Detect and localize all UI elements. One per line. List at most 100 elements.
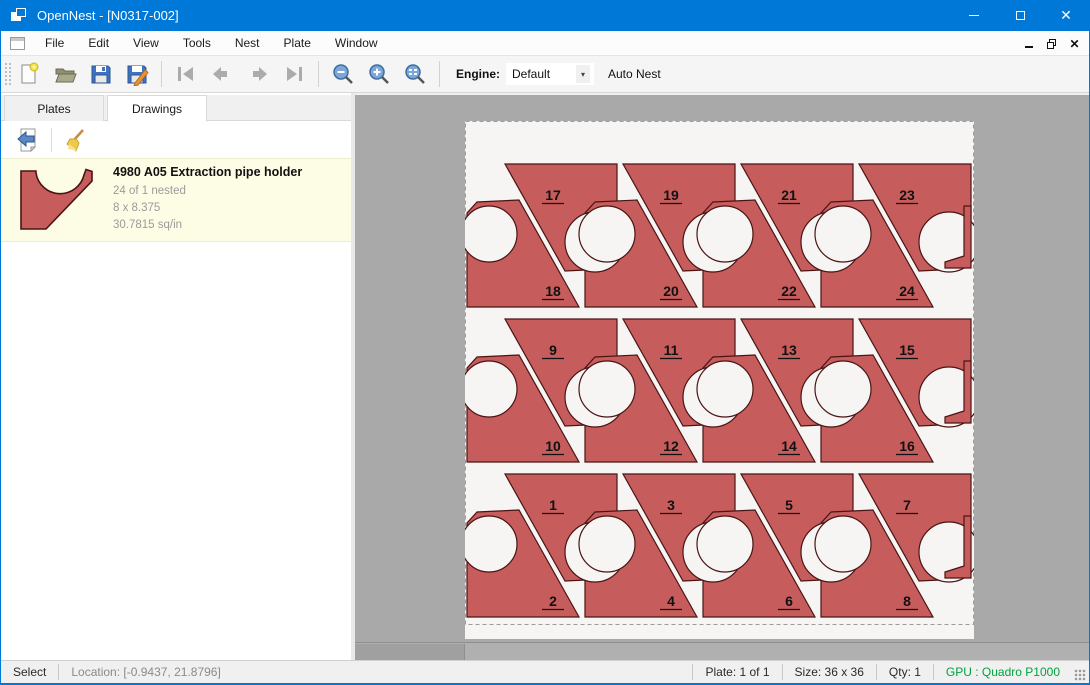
import-drawing-icon	[15, 127, 41, 153]
part-number-label: 5	[785, 497, 793, 513]
part-number-label: 16	[899, 438, 915, 454]
part-number-label: 7	[903, 497, 911, 513]
plate-view: 171819202122232491011121314151612345678	[465, 121, 974, 644]
mdi-restore-button[interactable]	[1043, 36, 1060, 52]
minimize-icon	[969, 15, 979, 16]
save-as-icon	[125, 62, 149, 86]
minimize-button[interactable]	[951, 0, 997, 31]
menu-item-view[interactable]: View	[121, 32, 171, 54]
go-next-button[interactable]	[243, 59, 273, 89]
title-bar: OpenNest - [N0317-002] ✕	[1, 0, 1089, 31]
part-number-label: 14	[781, 438, 797, 454]
part-number-label: 3	[667, 497, 675, 513]
part-number-label: 17	[545, 187, 561, 203]
save-icon	[89, 62, 113, 86]
horizontal-scrollbar[interactable]	[355, 642, 1089, 660]
part-number-label: 18	[545, 283, 561, 299]
tab-plates[interactable]: Plates	[4, 95, 104, 121]
close-button[interactable]: ✕	[1043, 0, 1089, 31]
tab-drawings[interactable]: Drawings	[107, 95, 207, 122]
part-notch	[579, 206, 635, 262]
part-number-label: 12	[663, 438, 679, 454]
mdi-close-button[interactable]: ✕	[1066, 36, 1083, 52]
part-notch	[697, 516, 753, 572]
zoom-fit-icon	[403, 62, 427, 86]
menu-item-edit[interactable]: Edit	[76, 32, 121, 54]
chevron-down-icon: ▾	[576, 65, 590, 83]
new-file-icon	[17, 62, 41, 86]
drawings-panel: PlatesDrawings 4980 A05 Extraction pipe …	[1, 93, 351, 660]
menu-item-window[interactable]: Window	[323, 32, 390, 54]
content-area: PlatesDrawings 4980 A05 Extraction pipe …	[1, 93, 1089, 660]
go-previous-button[interactable]	[207, 59, 237, 89]
go-first-button[interactable]	[171, 59, 201, 89]
part-number-label: 2	[549, 593, 557, 609]
broom-icon	[62, 127, 88, 153]
part-number-label: 15	[899, 342, 915, 358]
part-notch	[579, 361, 635, 417]
zoom-out-icon	[331, 62, 355, 86]
engine-label: Engine:	[456, 67, 500, 81]
engine-select[interactable]: Default ▾	[506, 63, 594, 85]
menu-bar: FileEditViewToolsNestPlateWindow ✕	[1, 31, 1089, 56]
status-bar: Select Location: [-0.9437, 21.8796] Plat…	[1, 660, 1089, 683]
go-previous-icon	[210, 62, 234, 86]
app-window: OpenNest - [N0317-002] ✕ FileEditViewToo…	[0, 0, 1090, 685]
save-button[interactable]	[86, 59, 116, 89]
new-file-button[interactable]	[14, 59, 44, 89]
auto-nest-button[interactable]: Auto Nest	[608, 67, 661, 81]
window-title: OpenNest - [N0317-002]	[37, 8, 179, 23]
drawing-area: 30.7815 sq/in	[113, 217, 302, 234]
part-number-label: 9	[549, 342, 557, 358]
part-number-label: 22	[781, 283, 797, 299]
menu-item-tools[interactable]: Tools	[171, 32, 223, 54]
zoom-fit-button[interactable]	[400, 59, 430, 89]
engine-value: Default	[512, 67, 550, 81]
part-notch	[815, 206, 871, 262]
save-as-button[interactable]	[122, 59, 152, 89]
part-number-label: 13	[781, 342, 797, 358]
go-last-button[interactable]	[279, 59, 309, 89]
open-file-button[interactable]	[50, 59, 80, 89]
part-number-label: 1	[549, 497, 557, 513]
status-size: Size: 36 x 36	[783, 665, 876, 679]
zoom-in-icon	[367, 62, 391, 86]
close-icon: ✕	[1060, 9, 1072, 23]
zoom-in-button[interactable]	[364, 59, 394, 89]
resize-grip[interactable]	[1074, 669, 1086, 681]
plate-svg: 171819202122232491011121314151612345678	[465, 121, 974, 639]
part-notch	[815, 516, 871, 572]
status-qty: Qty: 1	[877, 665, 933, 679]
menu-item-file[interactable]: File	[33, 32, 76, 54]
part-number-label: 4	[667, 593, 675, 609]
clear-drawings-button[interactable]	[60, 125, 90, 155]
drawing-list-item[interactable]: 4980 A05 Extraction pipe holder 24 of 1 …	[1, 158, 351, 242]
mdi-document-icon[interactable]	[10, 37, 25, 50]
part-notch	[465, 361, 517, 417]
import-drawing-button[interactable]	[13, 125, 43, 155]
part-number-label: 23	[899, 187, 915, 203]
go-last-icon	[282, 62, 306, 86]
part-notch	[579, 516, 635, 572]
nest-canvas[interactable]: 171819202122232491011121314151612345678	[355, 95, 1089, 660]
menu-item-nest[interactable]: Nest	[223, 32, 272, 54]
part-notch	[465, 206, 517, 262]
menu-item-plate[interactable]: Plate	[272, 32, 323, 54]
part-number-label: 11	[664, 342, 679, 358]
status-mode: Select	[1, 665, 58, 679]
horizontal-scrollbar-thumb[interactable]	[355, 644, 465, 660]
part-number-label: 10	[545, 438, 561, 454]
drawing-title: 4980 A05 Extraction pipe holder	[113, 165, 302, 179]
part-number-label: 8	[903, 593, 911, 609]
maximize-button[interactable]	[997, 0, 1043, 31]
status-gpu: GPU : Quadro P1000	[934, 665, 1072, 679]
zoom-out-button[interactable]	[328, 59, 358, 89]
part-notch	[465, 516, 517, 572]
toolbar-grip[interactable]	[3, 61, 11, 87]
drawing-dimensions: 8 x 8.375	[113, 200, 302, 217]
mdi-minimize-icon	[1025, 46, 1033, 48]
mdi-minimize-button[interactable]	[1020, 36, 1037, 52]
status-location: Location: [-0.9437, 21.8796]	[59, 665, 232, 679]
panel-toolbar	[1, 122, 351, 158]
part-number-label: 21	[781, 187, 797, 203]
